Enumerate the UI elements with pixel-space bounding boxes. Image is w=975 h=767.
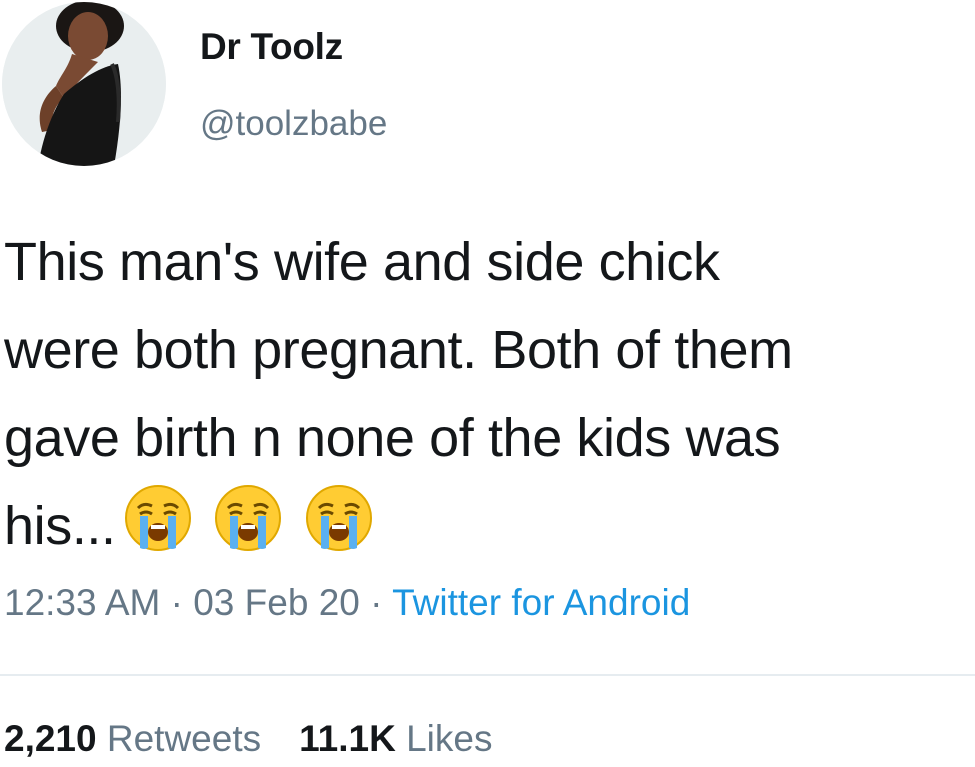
- separator-dot: ·: [359, 582, 393, 623]
- tweet-text-line-last: his...: [4, 482, 972, 570]
- tweet-text: This man's wife and side chick were both…: [4, 218, 972, 570]
- tweet-text-line: gave birth n none of the kids was: [4, 408, 781, 468]
- retweets-stat[interactable]: 2,210 Retweets: [4, 718, 261, 759]
- display-name[interactable]: Dr Toolz: [200, 26, 343, 68]
- retweets-label: Retweets: [106, 718, 262, 759]
- loudly-crying-face-icon: [122, 482, 194, 554]
- loudly-crying-face-icon: [212, 482, 284, 554]
- tweet-date[interactable]: 03 Feb 20: [193, 582, 360, 623]
- profile-photo-icon: [2, 2, 166, 166]
- tweet-stats: 2,210 Retweets 11.1K Likes: [4, 718, 492, 760]
- likes-label: Likes: [406, 718, 493, 759]
- tweet-card: Dr Toolz @toolzbabe This man's wife and …: [0, 0, 975, 767]
- tweet-source-link[interactable]: Twitter for Android: [392, 582, 690, 623]
- divider: [0, 674, 975, 676]
- likes-stat[interactable]: 11.1K Likes: [299, 718, 492, 759]
- likes-count: 11.1K: [299, 718, 396, 759]
- emoji-group: [122, 482, 379, 580]
- tweet-text-line-end: his...: [4, 496, 116, 556]
- tweet-metadata: 12:33 AM · 03 Feb 20 · Twitter for Andro…: [4, 582, 690, 624]
- avatar[interactable]: [2, 2, 166, 166]
- tweet-time[interactable]: 12:33 AM: [4, 582, 160, 623]
- separator-dot: ·: [160, 582, 194, 623]
- tweet-text-line: were both pregnant. Both of them: [4, 320, 793, 380]
- tweet-text-line: This man's wife and side chick: [4, 232, 720, 292]
- user-handle[interactable]: @toolzbabe: [200, 104, 387, 144]
- retweets-count: 2,210: [4, 718, 97, 759]
- loudly-crying-face-icon: [303, 482, 375, 554]
